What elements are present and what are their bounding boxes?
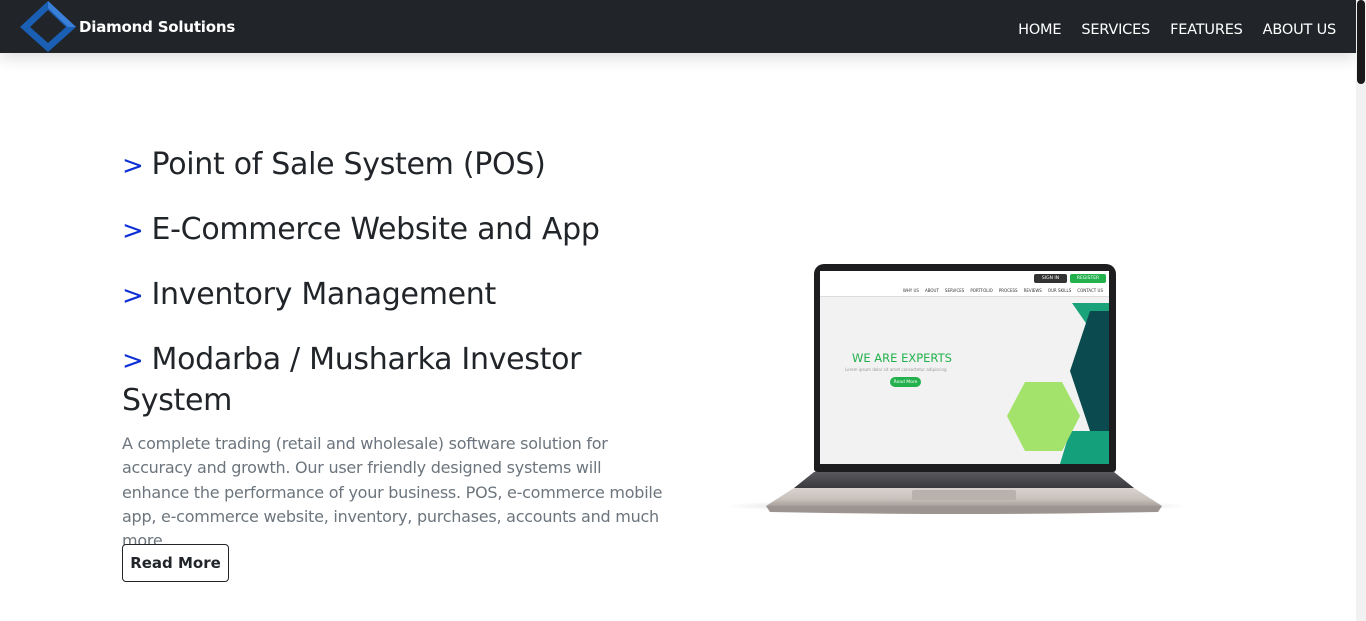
service-label: Modarba / Musharka Investor System <box>122 342 582 418</box>
service-item-pos: > Point of Sale System (POS) <box>122 145 682 186</box>
arrow-icon: > <box>122 346 144 376</box>
arrow-icon: > <box>122 216 144 246</box>
nav-link-features[interactable]: FEATURES <box>1170 22 1243 38</box>
services-list: > Point of Sale System (POS) > E-Commerce … <box>122 145 682 444</box>
laptop-image: SIGN IN REGISTER WHY US ABOUT SERVICES P… <box>722 262 1192 520</box>
services-description: A complete trading (retail and wholesale… <box>122 434 663 551</box>
laptop-screen: SIGN IN REGISTER WHY US ABOUT SERVICES P… <box>820 271 1109 464</box>
brand-link[interactable]: Diamond Solutions <box>18 0 235 53</box>
service-item-modarba: > Modarba / Musharka Investor System <box>122 340 682 420</box>
diamond-logo-icon <box>18 0 78 53</box>
service-label: Point of Sale System (POS) <box>151 147 546 182</box>
navbar: Diamond Solutions HOME SERVICES FEATURES… <box>0 0 1356 53</box>
service-label: E-Commerce Website and App <box>151 212 600 247</box>
service-item-inventory: > Inventory Management <box>122 275 682 316</box>
brand-name: Diamond Solutions <box>79 18 236 36</box>
page-scrollbar[interactable] <box>1356 0 1366 621</box>
mini-read-more-button: Read More <box>890 377 921 387</box>
nav-links: HOME SERVICES FEATURES ABOUT US <box>998 0 1336 53</box>
nav-link-about-us[interactable]: ABOUT US <box>1263 22 1337 38</box>
laptop-base <box>766 472 1162 514</box>
nav-link-services[interactable]: SERVICES <box>1081 22 1150 38</box>
read-more-button[interactable]: Read More <box>122 544 229 582</box>
mini-hero-subtitle: Lorem ipsum dolor sit amet consectetur a… <box>845 367 947 372</box>
arrow-icon: > <box>122 281 144 311</box>
service-label: Inventory Management <box>151 277 497 312</box>
scrollbar-thumb[interactable] <box>1357 0 1365 84</box>
nav-link-home[interactable]: HOME <box>1018 22 1061 38</box>
mini-hero-title: WE ARE EXPERTS <box>852 351 952 365</box>
arrow-icon: > <box>122 151 144 181</box>
service-item-ecommerce: > E-Commerce Website and App <box>122 210 682 251</box>
